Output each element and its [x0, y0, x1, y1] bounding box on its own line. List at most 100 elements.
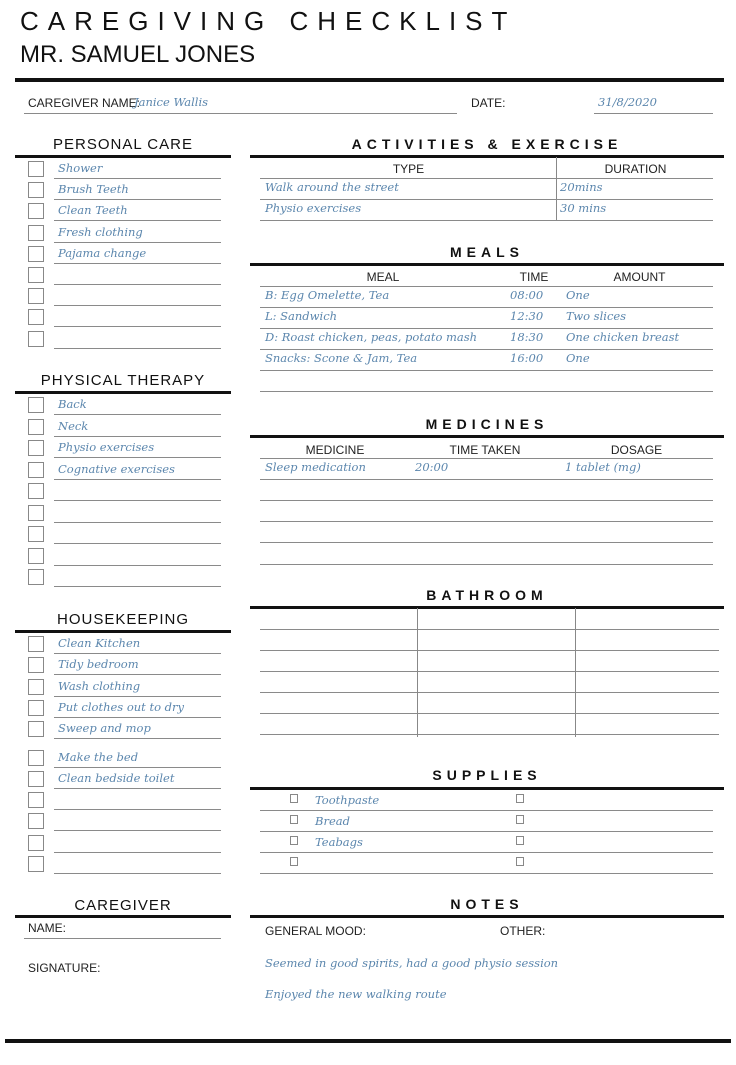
checklist-item[interactable]: Cognative exercises: [58, 462, 175, 476]
checklist-item[interactable]: Wash clothing: [58, 679, 140, 693]
checklist-item[interactable]: Sweep and mop: [58, 721, 151, 735]
bathroom-row-line: [260, 692, 719, 693]
checklist-item[interactable]: Pajama change: [58, 246, 146, 260]
checkbox[interactable]: [28, 856, 44, 872]
caregiver-name-value[interactable]: Janice Wallis: [134, 95, 208, 109]
checkbox[interactable]: [28, 569, 44, 585]
checkbox[interactable]: [28, 792, 44, 809]
checklist-item[interactable]: Clean Teeth: [58, 203, 128, 217]
table-cell[interactable]: B: Egg Omelette, Tea: [265, 288, 389, 302]
checkbox[interactable]: [28, 547, 44, 564]
table-cell[interactable]: 20:00: [415, 460, 448, 474]
checkbox[interactable]: [28, 483, 44, 499]
checkbox[interactable]: [28, 203, 44, 220]
supply-checkbox[interactable]: [516, 836, 524, 845]
checkbox[interactable]: [28, 309, 44, 326]
checkbox[interactable]: [28, 526, 44, 542]
supply-item[interactable]: Teabags: [315, 835, 363, 849]
row-line: [260, 349, 713, 350]
item-line: [54, 284, 221, 285]
table-cell[interactable]: L: Sandwich: [265, 309, 337, 323]
checklist-item[interactable]: Clean bedside toilet: [58, 771, 174, 785]
table-cell[interactable]: D: Roast chicken, peas, potato mash: [265, 330, 477, 344]
date-label: DATE:: [471, 96, 506, 110]
table-cell[interactable]: 30 mins: [560, 201, 606, 215]
table-cell[interactable]: Physio exercises: [265, 201, 361, 215]
item-line: [54, 500, 221, 501]
checklist-item[interactable]: Neck: [58, 419, 88, 433]
table-cell[interactable]: One chicken breast: [566, 330, 679, 344]
note-line[interactable]: Enjoyed the new walking route: [265, 987, 447, 1001]
item-line: [54, 851, 221, 853]
supply-item[interactable]: Bread: [315, 814, 350, 828]
table-cell[interactable]: Sleep medication: [265, 460, 366, 474]
checkbox[interactable]: [28, 678, 44, 695]
supply-checkbox[interactable]: [290, 794, 298, 803]
checklist-item[interactable]: Fresh clothing: [58, 225, 143, 239]
checkbox[interactable]: [28, 699, 44, 716]
supply-item[interactable]: Toothpaste: [315, 793, 379, 807]
checkbox[interactable]: [28, 182, 44, 199]
checkbox[interactable]: [28, 224, 44, 241]
table-cell[interactable]: 16:00: [510, 351, 543, 365]
checkbox[interactable]: [28, 504, 44, 521]
checklist-item[interactable]: Physio exercises: [58, 440, 154, 454]
supply-checkbox[interactable]: [516, 794, 524, 803]
checkbox[interactable]: [28, 461, 44, 478]
table-cell[interactable]: Two slices: [566, 309, 626, 323]
housekeeping-divider: [15, 630, 231, 633]
column-divider: [556, 157, 557, 221]
table-cell[interactable]: Snacks: Scone & Jam, Tea: [265, 351, 417, 365]
table-cell[interactable]: 1 tablet (mg): [565, 460, 641, 474]
checklist-item[interactable]: Clean Kitchen: [58, 636, 140, 650]
checkbox[interactable]: [28, 636, 44, 652]
checkbox[interactable]: [28, 749, 44, 766]
note-line[interactable]: Seemed in good spirits, had a good physi…: [265, 956, 558, 970]
table-cell[interactable]: One: [566, 288, 590, 302]
checkbox[interactable]: [28, 245, 44, 262]
checklist-item[interactable]: Back: [58, 397, 87, 411]
checkbox[interactable]: [28, 834, 44, 851]
checkbox[interactable]: [28, 721, 44, 738]
checkbox[interactable]: [28, 418, 44, 435]
checkbox[interactable]: [28, 813, 44, 830]
supply-checkbox[interactable]: [516, 857, 524, 866]
supply-checkbox[interactable]: [516, 815, 524, 824]
table-cell[interactable]: 08:00: [510, 288, 543, 302]
checklist-item[interactable]: Tidy bedroom: [58, 657, 139, 671]
checkbox[interactable]: [28, 397, 44, 413]
table-cell[interactable]: Walk around the street: [265, 180, 399, 194]
supply-checkbox[interactable]: [290, 815, 298, 824]
meals-divider: [250, 263, 724, 266]
caregiver-name-line: [24, 938, 221, 939]
checkbox[interactable]: [28, 161, 44, 177]
caregiver-name-label: CAREGIVER NAME:: [28, 96, 141, 110]
table-cell[interactable]: 20mins: [560, 180, 603, 194]
checkbox[interactable]: [28, 267, 44, 283]
item-line: [54, 241, 221, 243]
supply-checkbox[interactable]: [290, 836, 298, 845]
meals-title: MEALS: [450, 244, 524, 260]
item-line: [54, 347, 221, 349]
checklist-item[interactable]: Shower: [58, 161, 102, 175]
caregiver-divider: [15, 915, 231, 918]
table-cell[interactable]: 18:30: [510, 330, 543, 344]
checkbox[interactable]: [28, 440, 44, 456]
housekeeping-title: HOUSEKEEPING: [56, 611, 190, 628]
checkbox[interactable]: [28, 770, 44, 787]
table-cell[interactable]: One: [566, 351, 590, 365]
column-header: AMOUNT: [613, 270, 666, 284]
checkbox[interactable]: [28, 288, 44, 305]
table-cell[interactable]: 12:30: [510, 309, 543, 323]
column-header: DURATION: [604, 162, 667, 176]
checkbox[interactable]: [28, 657, 44, 674]
medicines-title: MEDICINES: [425, 416, 549, 432]
caregiver-name-line: [24, 113, 457, 114]
supply-checkbox[interactable]: [290, 857, 298, 866]
date-value[interactable]: 31/8/2020: [598, 95, 657, 109]
checklist-item[interactable]: Put clothes out to dry: [58, 700, 184, 714]
checklist-item[interactable]: Brush Teeth: [58, 182, 129, 196]
bathroom-row-line: [260, 650, 719, 651]
checklist-item[interactable]: Make the bed: [58, 750, 138, 764]
checkbox[interactable]: [28, 330, 44, 347]
